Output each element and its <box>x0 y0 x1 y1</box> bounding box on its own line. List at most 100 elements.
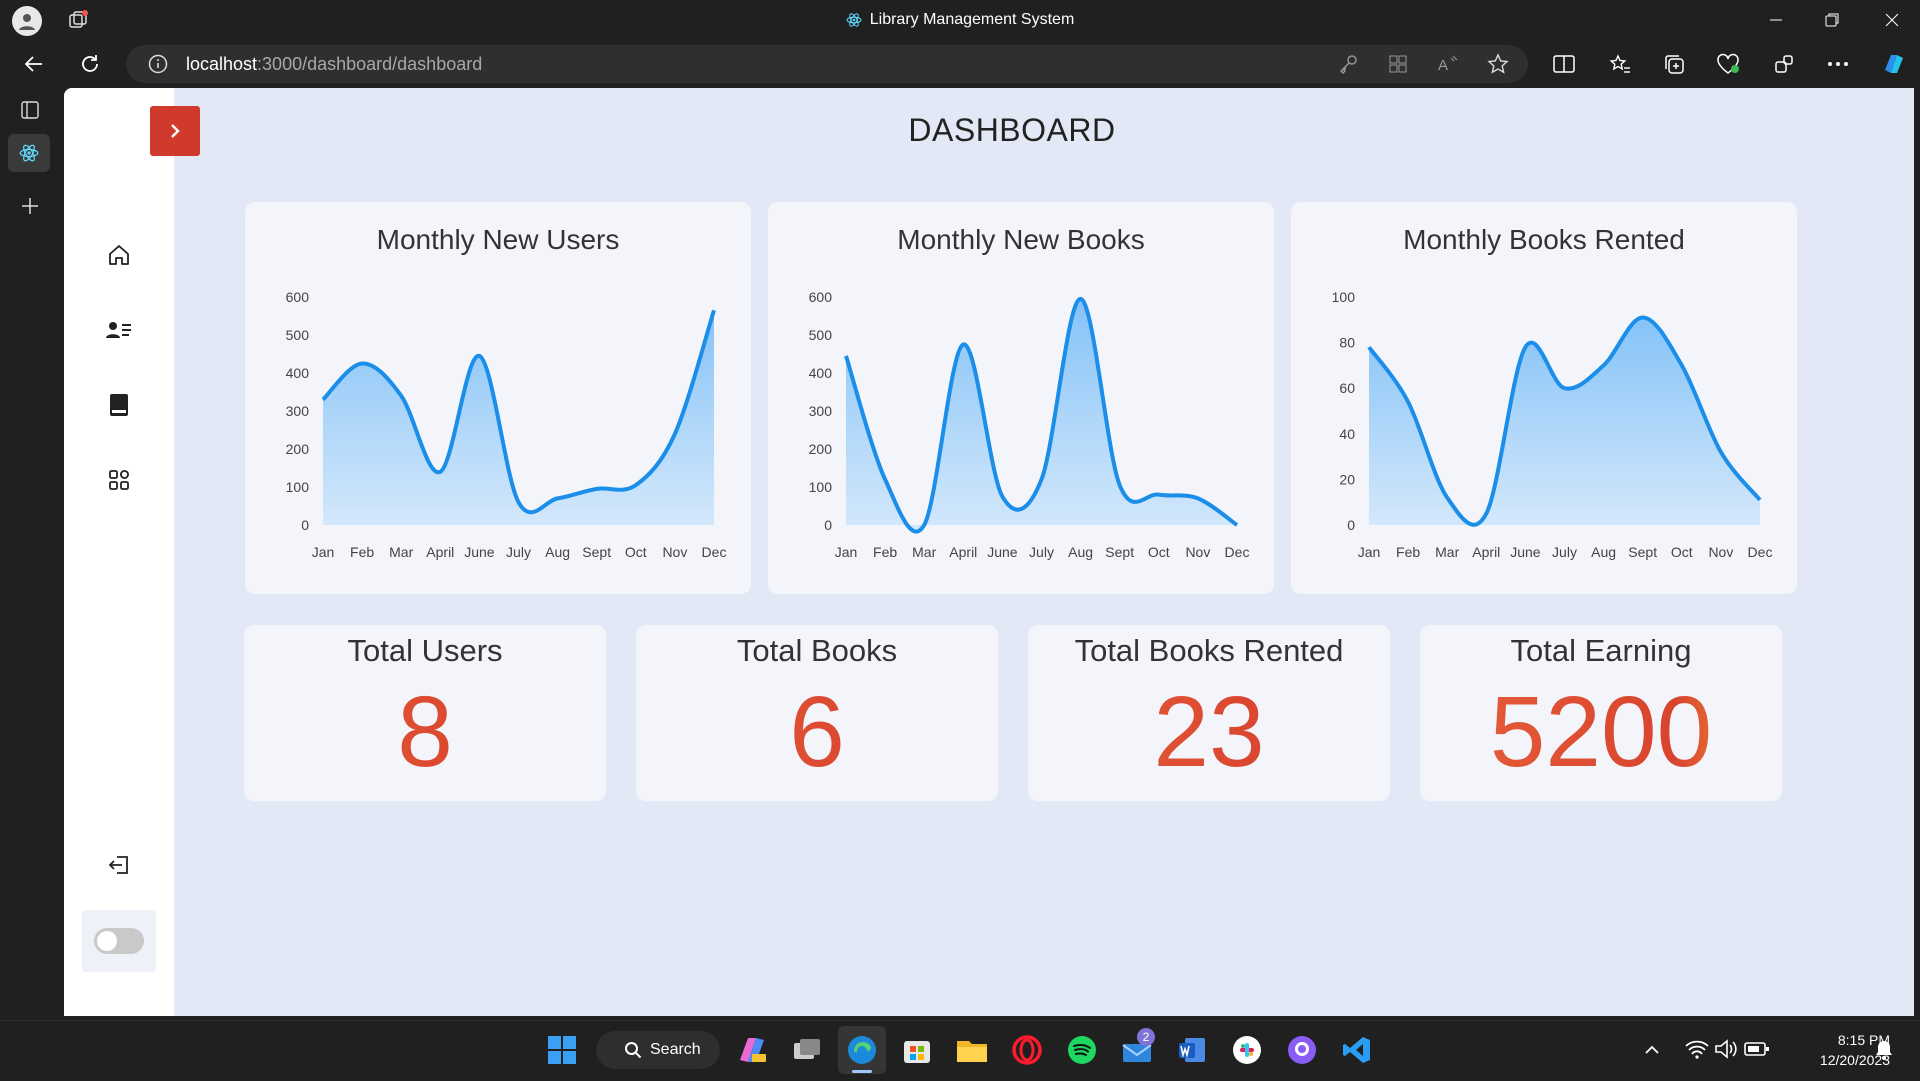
stat-card-total-earning: Total Earning 5200 <box>1420 625 1782 801</box>
start-button[interactable] <box>538 1026 586 1074</box>
x-tick-label: Jan <box>1358 544 1381 560</box>
collections-icon[interactable] <box>1654 44 1694 84</box>
profile-avatar-icon[interactable] <box>12 6 42 36</box>
vertical-tab-strip <box>0 88 60 1020</box>
new-tab-plus-icon[interactable] <box>16 192 44 220</box>
y-tick-label: 400 <box>286 365 310 381</box>
site-info-icon[interactable] <box>146 52 170 76</box>
y-tick-label: 100 <box>809 479 833 495</box>
chart-card-monthly-new-books: Monthly New Books 0100200300400500600Jan… <box>768 202 1274 594</box>
y-tick-label: 100 <box>1332 289 1356 305</box>
react-logo-icon <box>19 143 39 163</box>
spotify-icon[interactable] <box>1058 1026 1106 1074</box>
file-explorer-icon[interactable] <box>948 1026 996 1074</box>
stat-card-total-users: Total Users 8 <box>244 625 606 801</box>
workspaces-icon[interactable] <box>64 6 92 34</box>
home-icon <box>107 243 131 267</box>
url-text[interactable]: localhost:3000/dashboard/dashboard <box>186 45 482 83</box>
x-tick-label: Jan <box>835 544 858 560</box>
wifi-icon[interactable] <box>1684 1038 1712 1062</box>
slack-icon[interactable] <box>1223 1026 1271 1074</box>
more-options-icon[interactable] <box>1818 44 1858 84</box>
mail-badge: 2 <box>1137 1028 1155 1046</box>
extensions-icon[interactable] <box>1764 44 1804 84</box>
x-tick-label: June <box>987 544 1018 560</box>
chart-monthly-books-rented: 020406080100JanFebMarAprilJuneJulyAugSep… <box>1291 202 1797 594</box>
sidebar-item-home[interactable] <box>94 230 144 280</box>
show-hidden-icons-chevron-up-icon[interactable] <box>1642 1040 1662 1060</box>
x-tick-label: Feb <box>1396 544 1420 560</box>
y-tick-label: 300 <box>809 403 833 419</box>
url-host: localhost <box>186 54 257 74</box>
y-tick-label: 40 <box>1339 426 1355 442</box>
read-aloud-icon[interactable]: A <box>1428 44 1468 84</box>
tab-react-app[interactable] <box>8 134 50 172</box>
stat-title: Total Users <box>244 633 606 669</box>
restore-button[interactable] <box>1804 0 1860 40</box>
refresh-button[interactable] <box>70 44 110 84</box>
y-tick-label: 0 <box>301 517 309 533</box>
y-tick-label: 0 <box>1347 517 1355 533</box>
y-tick-label: 600 <box>809 289 833 305</box>
chart-area-fill <box>1369 318 1760 525</box>
x-tick-label: Sept <box>582 544 611 560</box>
chart-monthly-new-books: 0100200300400500600JanFebMarAprilJuneJul… <box>768 202 1274 594</box>
opera-browser-icon[interactable] <box>1003 1026 1051 1074</box>
split-screen-icon[interactable] <box>1544 44 1584 84</box>
notification-bell-icon[interactable] <box>1872 1038 1898 1062</box>
stat-value: 5200 <box>1420 677 1782 787</box>
vscode-icon[interactable] <box>1333 1026 1381 1074</box>
github-desktop-icon[interactable] <box>1278 1026 1326 1074</box>
x-tick-label: Mar <box>389 544 413 560</box>
url-path: :3000/dashboard/dashboard <box>257 54 482 74</box>
back-button[interactable] <box>14 44 54 84</box>
x-tick-label: Sept <box>1628 544 1657 560</box>
apps-icon[interactable] <box>1378 44 1418 84</box>
y-tick-label: 60 <box>1339 380 1355 396</box>
x-tick-label: Nov <box>662 544 687 560</box>
y-tick-label: 20 <box>1339 471 1355 487</box>
battery-icon[interactable] <box>1744 1040 1772 1060</box>
search-label: Search <box>650 1041 701 1059</box>
chart-card-monthly-new-users: Monthly New Users 0100200300400500600Jan… <box>245 202 751 594</box>
x-tick-label: Oct <box>1671 544 1693 560</box>
task-view-icon[interactable] <box>783 1026 831 1074</box>
favorite-star-icon[interactable] <box>1478 44 1518 84</box>
y-tick-label: 300 <box>286 403 310 419</box>
word-icon[interactable] <box>1168 1026 1216 1074</box>
favorites-icon[interactable] <box>1600 44 1640 84</box>
edge-browser-icon[interactable] <box>838 1026 886 1074</box>
microsoft-store-icon[interactable] <box>893 1026 941 1074</box>
minimize-button[interactable] <box>1748 0 1804 40</box>
page-title: DASHBOARD <box>174 112 1850 149</box>
sidebar-item-users[interactable] <box>94 305 144 355</box>
x-tick-label: Aug <box>1068 544 1093 560</box>
logout-icon <box>107 853 131 877</box>
x-tick-label: June <box>464 544 495 560</box>
password-key-icon[interactable] <box>1328 44 1368 84</box>
volume-icon[interactable] <box>1714 1038 1742 1062</box>
stat-title: Total Books <box>636 633 998 669</box>
stat-title: Total Books Rented <box>1028 633 1390 669</box>
x-tick-label: July <box>1552 544 1577 560</box>
x-tick-label: Oct <box>625 544 647 560</box>
x-tick-label: July <box>506 544 531 560</box>
close-window-button[interactable] <box>1864 0 1920 40</box>
sidebar-item-categories[interactable] <box>94 455 144 505</box>
tab-actions-icon[interactable] <box>16 98 44 122</box>
users-list-icon <box>106 320 132 340</box>
y-tick-label: 200 <box>286 441 310 457</box>
y-tick-label: 200 <box>809 441 833 457</box>
x-tick-label: Nov <box>1708 544 1733 560</box>
x-tick-label: Sept <box>1105 544 1134 560</box>
sidebar-item-logout[interactable] <box>94 840 144 890</box>
sidebar-item-books[interactable] <box>94 380 144 430</box>
copilot-icon[interactable] <box>1874 44 1914 84</box>
browser-essentials-icon[interactable] <box>1708 44 1748 84</box>
theme-toggle-switch[interactable] <box>94 928 144 954</box>
copilot-app-icon[interactable] <box>728 1026 776 1074</box>
stat-value: 6 <box>636 677 998 787</box>
y-tick-label: 400 <box>809 365 833 381</box>
y-tick-label: 0 <box>824 517 832 533</box>
taskbar-search[interactable]: Search <box>596 1031 720 1069</box>
